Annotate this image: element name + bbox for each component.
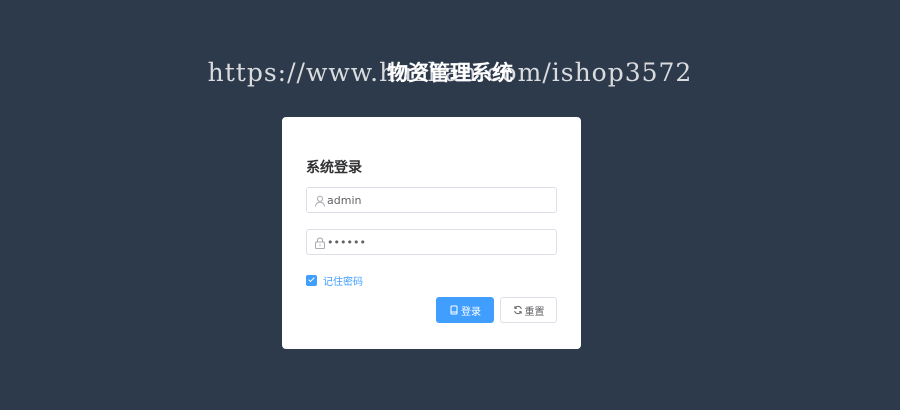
login-icon [449,305,459,315]
login-button[interactable]: 登录 [436,297,494,323]
user-icon [313,193,327,207]
login-button-label: 登录 [461,306,481,318]
reset-button-label: 重置 [524,306,545,318]
username-input[interactable] [327,188,552,212]
remember-password-label[interactable]: 记住密码 [323,273,363,288]
password-input[interactable] [327,230,552,254]
password-field [306,229,557,255]
app-title: 物资管理系统 [387,61,513,85]
remember-password-checkbox[interactable]: 记住密码 [306,273,363,288]
lock-icon [313,235,327,249]
reset-button[interactable]: 重置 [500,297,557,323]
form-title: 系统登录 [306,160,362,176]
checkbox-checked-icon[interactable] [306,275,317,286]
login-card: 系统登录 记住密码 登录 [282,117,581,349]
refresh-icon [513,305,523,315]
username-field [306,187,557,213]
